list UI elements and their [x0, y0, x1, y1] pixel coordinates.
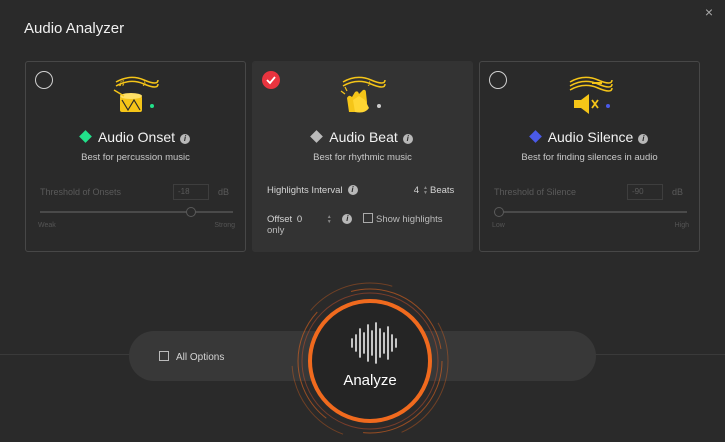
show-highlights-checkbox[interactable]: Show highlights only [267, 213, 443, 236]
audio-analyzer-dialog: Audio Analyzer × ♫ ♪ Audio Onset i Best f… [0, 0, 725, 442]
audio-onset-label: Audio Onset [97, 129, 176, 145]
checkbox-box[interactable] [159, 351, 169, 361]
offset-row: Offset 0 ▲ ▼ i Show highlights only [267, 213, 462, 236]
clapping-hands-icon: ♪ [340, 76, 386, 113]
offset-input[interactable]: 0 [297, 214, 302, 225]
audio-onset-description: Best for percussion music [81, 152, 190, 163]
slider-min-label: Weak [38, 222, 56, 229]
highlights-unit-label: Beats [430, 185, 455, 196]
highlights-interval-input[interactable]: 4 [389, 185, 427, 196]
gray-diamond-icon [310, 130, 324, 143]
info-icon[interactable]: i [638, 134, 649, 144]
analyze-label: Analyze [343, 372, 397, 389]
highlights-interval-label: Highlights Interval [267, 185, 343, 196]
info-icon[interactable]: i [347, 185, 358, 195]
checkmark-icon [266, 76, 276, 85]
dialog-title: Audio Analyzer [24, 20, 125, 37]
onset-threshold-unit: dB [217, 187, 229, 197]
onset-threshold-slider[interactable] [40, 207, 233, 217]
audio-silence-description: Best for finding silences in audio [521, 152, 658, 163]
all-options-label: All Options [176, 352, 225, 363]
audio-silence-title: Audio Silence i [480, 129, 699, 145]
highlights-interval-row: Highlights Interval i 4 ▲ ▼ Beats [267, 185, 462, 196]
offset-label: Offset [267, 214, 293, 225]
audio-silence-label: Audio Silence [547, 129, 634, 145]
analyze-button-wrap[interactable]: Analyze [287, 275, 453, 441]
svg-text:♫: ♫ [118, 78, 126, 89]
checkbox-box[interactable] [362, 213, 373, 223]
close-icon[interactable]: × [705, 4, 713, 20]
onset-threshold-input[interactable]: -18 [173, 184, 209, 200]
onset-threshold-label: Threshold of Onsets [40, 187, 122, 197]
audio-onset-card[interactable]: ♫ ♪ Audio Onset i Best for percussion mus… [25, 61, 246, 252]
audio-silence-radio[interactable] [489, 71, 507, 89]
svg-text:♪: ♪ [142, 78, 147, 88]
audio-beat-description: Best for rhythmic music [313, 152, 412, 163]
audio-beat-label: Audio Beat [329, 129, 398, 145]
svg-text:♪: ♪ [367, 78, 372, 88]
waveform-icon [351, 322, 397, 364]
audio-beat-radio[interactable] [262, 71, 280, 89]
audio-beat-title: Audio Beat i [253, 129, 472, 145]
audio-onset-title: Audio Onset i [26, 129, 245, 145]
slider-max-label: Strong [214, 222, 235, 229]
slider-knob[interactable] [494, 207, 504, 217]
drum-icon: ♫ ♪ [113, 76, 159, 112]
silence-threshold-unit: dB [671, 187, 683, 197]
all-options-checkbox[interactable]: All Options [159, 351, 224, 363]
blue-diamond-icon [528, 130, 542, 143]
info-icon[interactable]: i [402, 134, 413, 144]
audio-onset-radio[interactable] [35, 71, 53, 89]
spinner-arrows-icon[interactable]: ▲ ▼ [327, 215, 332, 225]
show-highlights-label: Show highlights only [267, 214, 443, 236]
analyze-button[interactable]: Analyze [308, 299, 432, 423]
green-diamond-icon [79, 130, 92, 143]
audio-beat-card[interactable]: ♪ Audio Beat i Best for rhythmic music Hi… [252, 61, 473, 252]
slider-min-label: Low [492, 222, 505, 229]
info-icon[interactable]: i [342, 214, 353, 224]
silence-threshold-input[interactable]: -90 [627, 184, 663, 200]
silence-threshold-slider[interactable] [494, 207, 687, 217]
slider-knob[interactable] [186, 207, 196, 217]
slider-max-label: High [674, 222, 689, 229]
info-icon[interactable]: i [180, 134, 191, 144]
audio-silence-card[interactable]: Audio Silence i Best for finding silences… [479, 61, 700, 252]
speaker-mute-icon [569, 76, 613, 114]
silence-threshold-label: Threshold of Silence [494, 187, 577, 197]
spinner-arrows-icon[interactable]: ▲ ▼ [423, 186, 428, 196]
